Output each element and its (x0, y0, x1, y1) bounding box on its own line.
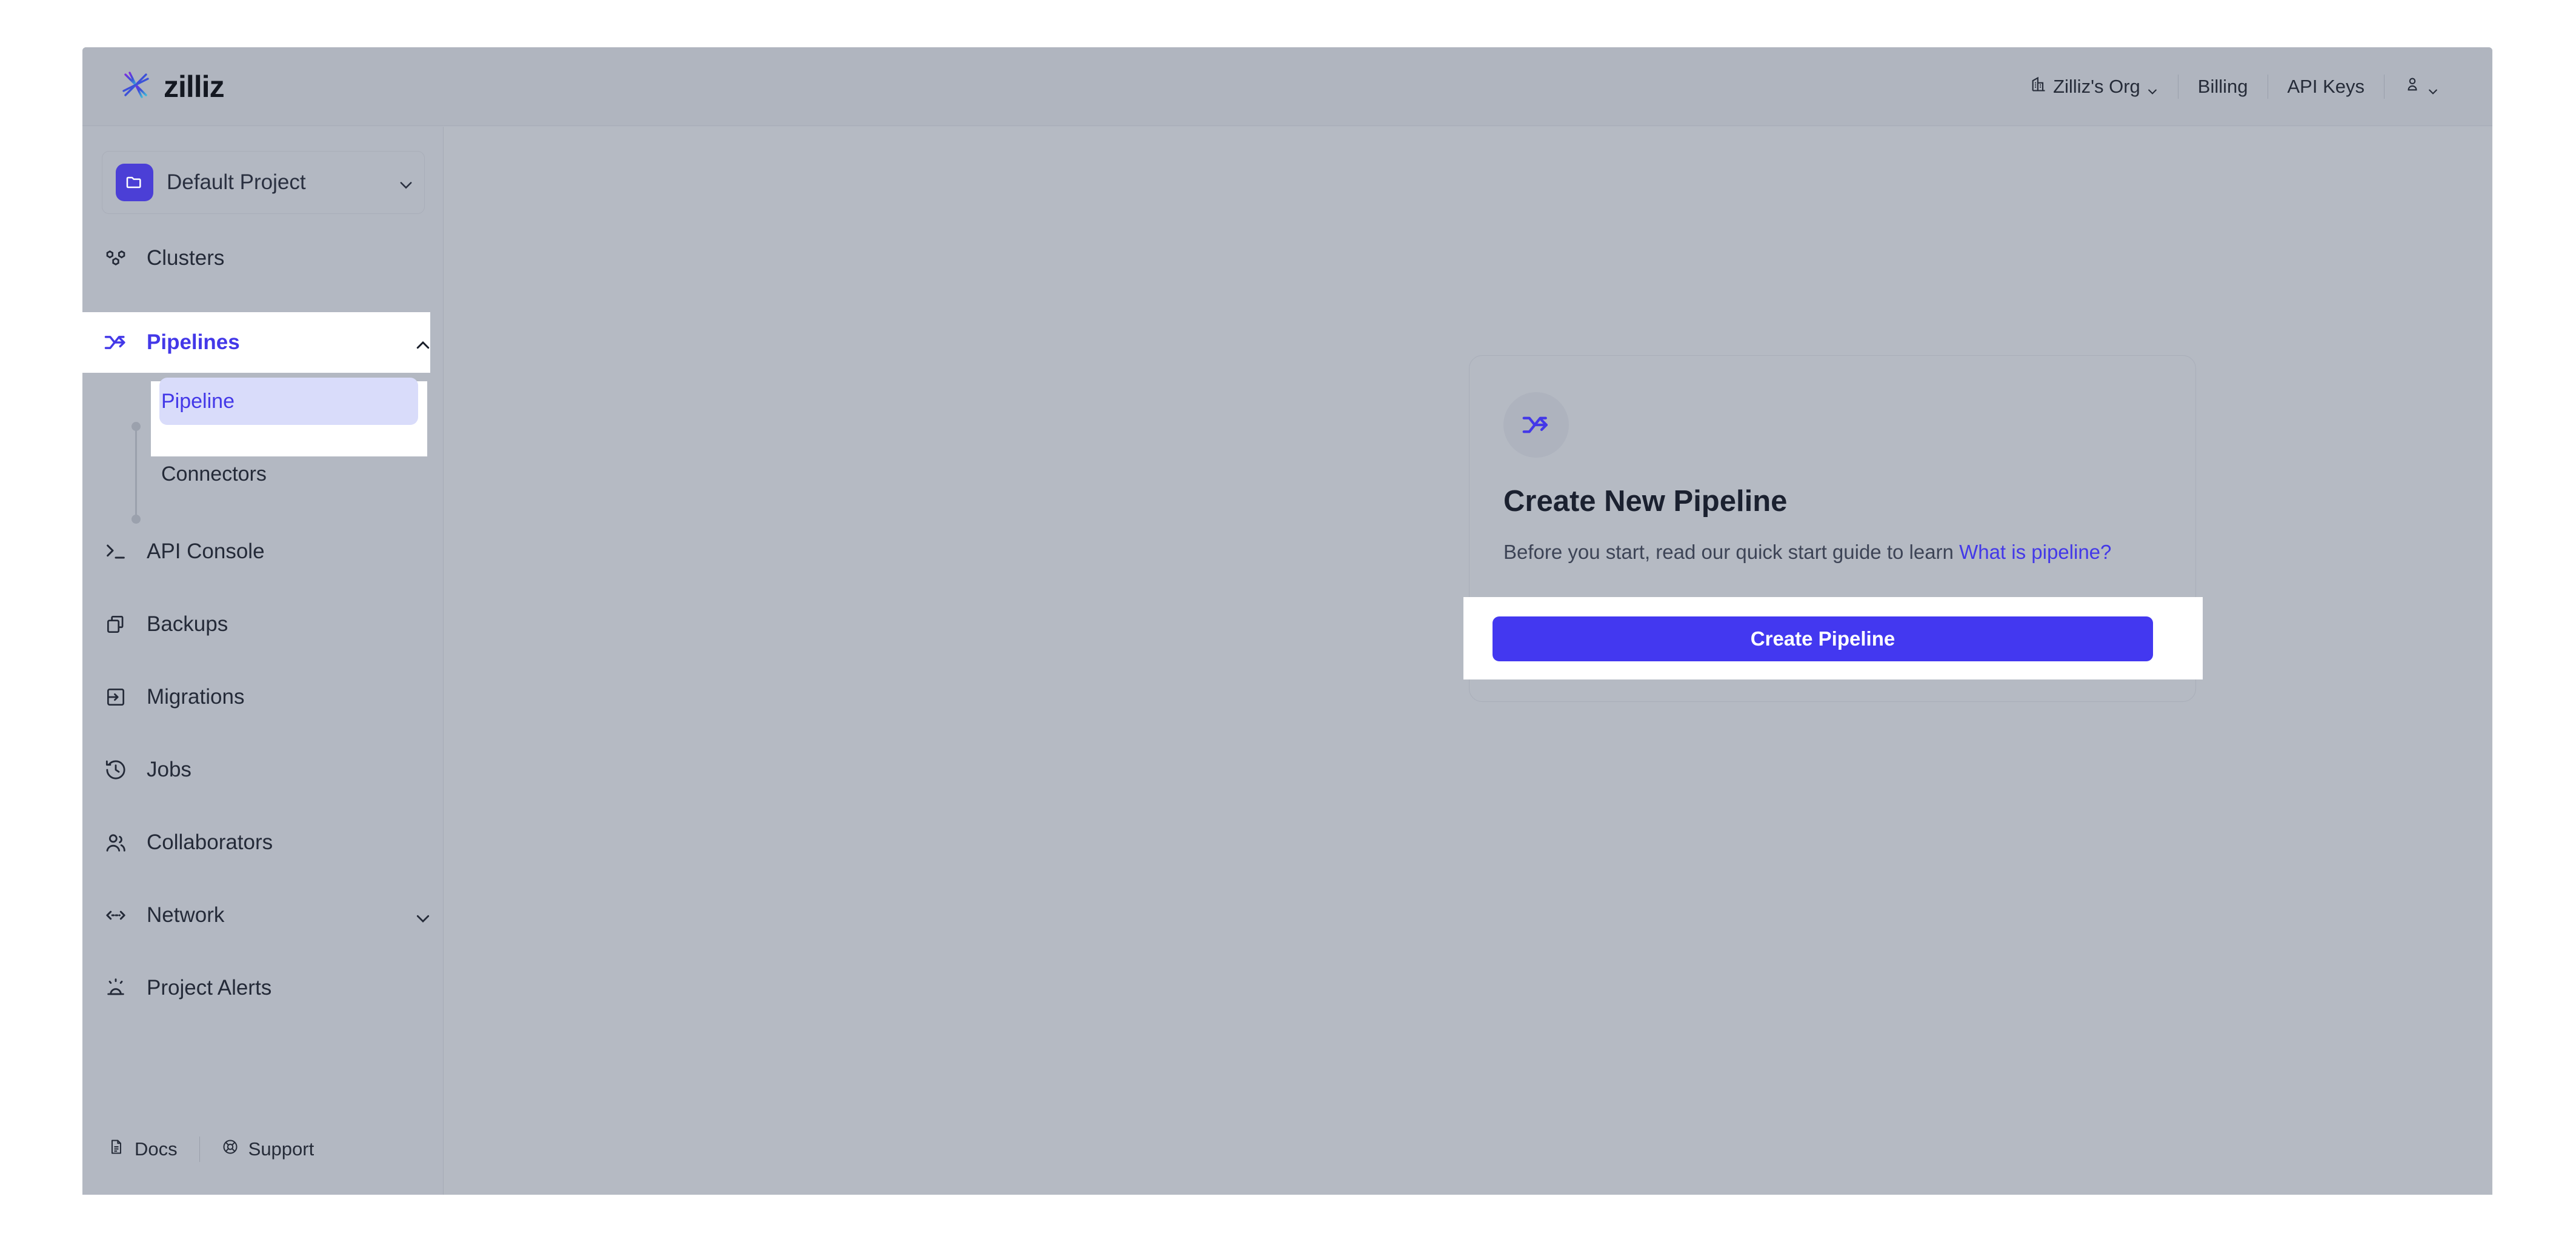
clock-rewind-icon (102, 758, 130, 782)
billing-label: Billing (2197, 75, 2248, 97)
building-icon (2030, 76, 2047, 98)
box-arrow-in-icon (102, 686, 130, 709)
lifebuoy-icon (222, 1138, 239, 1160)
chevron-down-icon (2427, 81, 2439, 95)
network-arrows-icon (102, 903, 130, 927)
card-title: Create New Pipeline (1503, 485, 1788, 518)
sidebar-item-label: Migrations (147, 685, 245, 709)
support-label: Support (248, 1138, 315, 1160)
chevron-down-icon (398, 176, 412, 189)
siren-icon (102, 976, 130, 1000)
project-name: Default Project (167, 170, 306, 194)
sidebar-item-label: Network (147, 903, 225, 927)
sidebar-item-project-alerts[interactable]: Project Alerts (82, 969, 443, 1007)
brand-wordmark: zilliz (164, 69, 225, 104)
card-description: Before you start, read our quick start g… (1503, 536, 2115, 567)
tree-connector-dot (131, 515, 141, 524)
sidebar-item-label: API Console (147, 539, 265, 563)
create-pipeline-button[interactable]: Create Pipeline (1493, 616, 2153, 661)
org-name: Zilliz's Org (2053, 75, 2140, 97)
hexagon-cluster-icon (102, 246, 130, 270)
main-content: Create New Pipeline Before you start, re… (444, 127, 2492, 1195)
project-selector[interactable]: Default Project (102, 151, 425, 214)
pipelines-subtree: Pipeline Connectors (82, 373, 443, 524)
user-icon (2404, 76, 2421, 98)
app-window: zilliz Zilliz's Org Billing API Keys Def… (82, 47, 2492, 1195)
sidebar-item-api-console[interactable]: API Console (82, 533, 443, 570)
api-keys-label: API Keys (2287, 75, 2365, 97)
sidebar-item-label: Project Alerts (147, 976, 272, 1000)
copy-stack-icon (102, 613, 130, 636)
support-link[interactable]: Support (222, 1138, 336, 1160)
api-keys-link[interactable]: API Keys (2268, 76, 2385, 98)
sidebar: Default Project Clusters Pipelines Pipel… (82, 127, 539, 1195)
what-is-pipeline-link[interactable]: What is pipeline? (1959, 541, 2111, 563)
sidebar-item-jobs[interactable]: Jobs (82, 751, 443, 789)
chevron-down-icon (2146, 81, 2158, 95)
sidebar-nav: Clusters Pipelines Pipeline Connectors A… (82, 239, 443, 1007)
sidebar-item-label: Clusters (147, 246, 225, 270)
sidebar-subitem-label: Connectors (161, 462, 267, 486)
document-icon (108, 1138, 125, 1160)
sidebar-item-label: Jobs (147, 758, 191, 781)
pipeline-merge-icon (102, 329, 130, 356)
sidebar-item-pipelines[interactable]: Pipelines (82, 312, 443, 373)
users-icon (102, 830, 130, 855)
card-description-text: Before you start, read our quick start g… (1503, 541, 1960, 563)
top-navigation: Zilliz's Org Billing API Keys (2011, 74, 2458, 99)
sidebar-item-label: Backups (147, 612, 228, 636)
docs-label: Docs (135, 1138, 178, 1160)
docs-link[interactable]: Docs (108, 1138, 199, 1160)
top-bar: zilliz Zilliz's Org Billing API Keys (82, 47, 2492, 126)
sidebar-subitem-label: Pipeline (161, 389, 235, 413)
sidebar-item-collaborators[interactable]: Collaborators (82, 824, 443, 861)
terminal-prompt-icon (102, 539, 130, 564)
create-pipeline-card: Create New Pipeline Before you start, re… (1463, 355, 2203, 702)
sidebar-subitem-pipeline[interactable]: Pipeline (82, 373, 443, 430)
zilliz-starburst-icon (119, 68, 153, 105)
sidebar-item-label: Pipelines (147, 330, 240, 354)
org-selector[interactable]: Zilliz's Org (2011, 76, 2178, 98)
sidebar-footer: Docs Support (82, 1104, 444, 1195)
sidebar-item-migrations[interactable]: Migrations (82, 678, 443, 716)
divider (199, 1137, 200, 1162)
pipeline-merge-icon (1503, 392, 1569, 458)
billing-link[interactable]: Billing (2178, 76, 2268, 98)
sidebar-item-network[interactable]: Network (82, 896, 443, 934)
brand-logo[interactable]: zilliz (119, 68, 225, 105)
account-menu[interactable] (2385, 76, 2458, 98)
chevron-down-icon[interactable] (414, 909, 430, 923)
sidebar-item-clusters[interactable]: Clusters (82, 239, 443, 277)
sidebar-subitem-connectors[interactable]: Connectors (82, 446, 443, 502)
sidebar-item-label: Collaborators (147, 830, 273, 854)
folder-icon (116, 164, 153, 201)
chevron-up-icon[interactable] (414, 336, 430, 349)
sidebar-item-backups[interactable]: Backups (82, 606, 443, 643)
